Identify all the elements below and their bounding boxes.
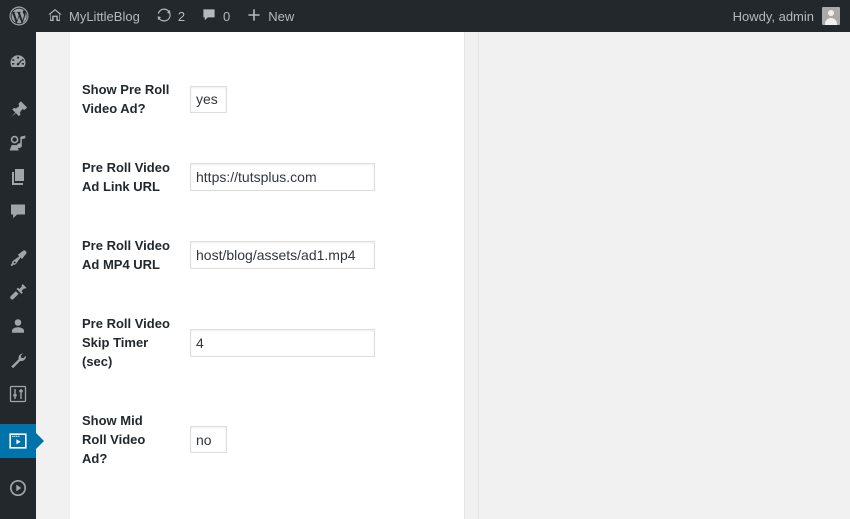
media-icon (8, 133, 28, 153)
site-name-button[interactable]: MyLittleBlog (39, 0, 148, 32)
field-cell-pre-roll-video-skip-timer (180, 294, 410, 391)
admin-bar-account-area[interactable]: Howdy, admin (733, 0, 850, 32)
comments-button[interactable]: 0 (193, 0, 238, 32)
wrench-icon (8, 350, 28, 370)
sidebar-item-settings[interactable] (0, 377, 36, 411)
sidebar-item-appearance[interactable] (0, 241, 36, 275)
sidebar-item-dashboard[interactable] (0, 45, 36, 79)
updates-button[interactable]: 2 (148, 0, 193, 32)
plug-icon (8, 282, 28, 302)
admin-bar: MyLittleBlog 2 0 New Howdy, admin (0, 0, 850, 32)
label-pre-roll-video-skip-timer: Pre Roll Video Skip Timer (sec) (82, 316, 170, 369)
label-pre-roll-video-ad-link-url: Pre Roll Video Ad Link URL (82, 160, 170, 194)
menu-spacer-top (0, 32, 36, 45)
input-show-pre-roll-video-ad[interactable] (190, 85, 227, 113)
admin-sidebar-menu (0, 32, 44, 519)
settings-row-show-mid-roll-video-ad: Show Mid Roll Video Ad? (70, 391, 410, 488)
menu-spacer-1 (0, 79, 36, 92)
menu-spacer-3 (0, 411, 36, 424)
input-show-mid-roll-video-ad[interactable] (190, 426, 227, 453)
sidebar-item-pages[interactable] (0, 160, 36, 194)
settings-row-pre-roll-video-ad-link-url: Pre Roll Video Ad Link URL (70, 138, 410, 216)
play-circle-icon (8, 478, 28, 498)
label-show-mid-roll-video-ad: Show Mid Roll Video Ad? (82, 413, 146, 466)
howdy-label: Howdy, admin (732, 8, 814, 24)
field-cell-pre-roll-video-ad-mp4-url (180, 216, 410, 294)
input-pre-roll-video-ad-link-url[interactable] (190, 163, 375, 191)
home-icon (47, 7, 63, 26)
paintbrush-icon (8, 248, 28, 268)
wp-body: Show Pre Roll Video Ad? Pre Roll Video Ad… (36, 32, 850, 519)
sidebar-item-video-ads[interactable] (0, 424, 44, 458)
sidebar-item-media[interactable] (0, 126, 36, 160)
user-avatar-icon (822, 7, 840, 25)
dashboard-gauge-icon (8, 52, 28, 72)
sidebar-item-plugins[interactable] (0, 275, 36, 309)
sliders-icon (8, 384, 28, 404)
label-pre-roll-video-ad-mp4-url: Pre Roll Video Ad MP4 URL (82, 238, 170, 272)
site-name-label: MyLittleBlog (69, 8, 140, 24)
new-content-label: New (268, 8, 295, 24)
sidebar-item-users[interactable] (0, 309, 36, 343)
pin-icon (8, 99, 28, 119)
label-show-pre-roll-video-ad: Show Pre Roll Video Ad? (82, 82, 170, 116)
sidebar-item-tools[interactable] (0, 343, 36, 377)
sidebar-item-comments[interactable] (0, 194, 36, 228)
menu-spacer-2 (0, 228, 36, 241)
settings-form-rows: Show Pre Roll Video Ad? Pre Roll Video Ad… (70, 60, 410, 488)
field-cell-show-pre-roll-video-ad (180, 60, 410, 138)
updates-icon (156, 7, 172, 26)
plus-icon (246, 7, 262, 26)
postbox-divider (478, 32, 479, 519)
updates-count: 2 (177, 8, 186, 24)
settings-row-pre-roll-video-skip-timer: Pre Roll Video Skip Timer (sec) (70, 294, 410, 391)
settings-row-pre-roll-video-ad-mp4-url: Pre Roll Video Ad MP4 URL (70, 216, 410, 294)
menu-spacer-4 (0, 458, 36, 471)
pages-icon (8, 167, 28, 187)
wordpress-logo-button[interactable] (0, 0, 39, 32)
comment-bubble-icon (201, 7, 217, 26)
comments-count: 0 (223, 8, 231, 24)
input-pre-roll-video-skip-timer[interactable] (190, 328, 375, 357)
comment-bubble-icon (8, 201, 28, 221)
settings-content-panel: Show Pre Roll Video Ad? Pre Roll Video Ad… (70, 32, 465, 519)
settings-form-table: Show Pre Roll Video Ad? Pre Roll Video Ad… (70, 60, 410, 488)
new-content-button[interactable]: New (238, 0, 302, 32)
input-pre-roll-video-ad-mp4-url[interactable] (190, 241, 375, 269)
settings-row-show-pre-roll-video-ad: Show Pre Roll Video Ad? (70, 60, 410, 138)
sidebar-item-media-player[interactable] (0, 471, 36, 505)
user-icon (8, 316, 28, 336)
sidebar-item-posts[interactable] (0, 92, 36, 126)
video-play-box-icon (8, 431, 28, 451)
field-cell-pre-roll-video-ad-link-url (180, 138, 410, 216)
field-cell-show-mid-roll-video-ad (180, 391, 410, 488)
wordpress-logo-icon (9, 6, 29, 26)
